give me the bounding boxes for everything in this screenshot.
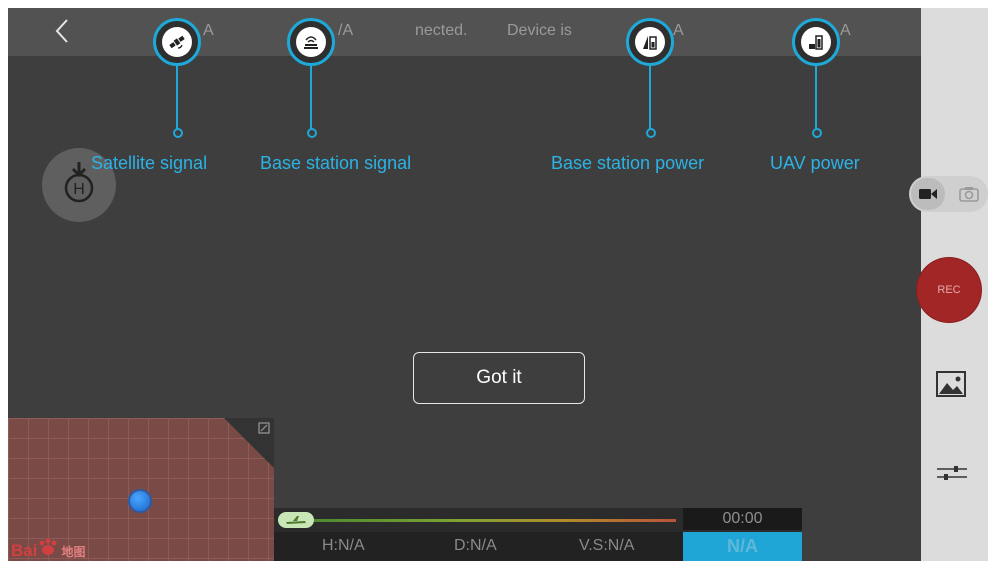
video-mode-button[interactable]: [911, 178, 945, 210]
map-logo-cn: 地图: [61, 545, 86, 559]
base-station-power-callout: [626, 18, 674, 66]
capture-mode-toggle[interactable]: [909, 176, 988, 212]
camera-control-panel: REC: [909, 8, 988, 561]
sliders-icon: [937, 466, 967, 480]
satellite-signal-label: Satellite signal: [91, 153, 208, 173]
status-text: /A: [338, 22, 354, 39]
vertical-speed-readout: V.S:N/A: [579, 537, 635, 554]
video-camera-icon: [919, 189, 937, 199]
uav-power-label: UAV power: [770, 153, 860, 173]
status-text: A: [673, 22, 684, 39]
mini-map[interactable]: Bai 地图: [8, 418, 274, 561]
flight-timer: 00:00: [683, 508, 802, 530]
settings-button[interactable]: [935, 460, 969, 486]
uav-power-callout: [792, 18, 840, 66]
back-button[interactable]: [48, 16, 76, 48]
chevron-left-icon: [55, 19, 68, 43]
paw-icon: [39, 538, 57, 555]
battery-bar: [314, 519, 676, 522]
photo-mode-button[interactable]: [953, 178, 985, 210]
plane-icon: [278, 512, 314, 528]
flight-telemetry-bar: 00:00 H:N/A D:N/A V.S:N/A N/A: [274, 508, 802, 561]
base-station-signal-callout: [287, 18, 335, 66]
base-station-power-icon: [635, 27, 665, 57]
height-readout: H:N/A: [322, 537, 365, 554]
got-it-button[interactable]: Got it: [413, 352, 585, 404]
expand-icon[interactable]: [258, 422, 270, 434]
record-button[interactable]: REC: [917, 258, 981, 322]
telemetry-readouts: H:N/A D:N/A V.S:N/A: [274, 532, 683, 561]
base-station-power-label: Base station power: [551, 153, 705, 173]
map-logo-text: Bai: [11, 541, 38, 560]
satellite-callout: [153, 18, 201, 66]
status-text: A: [203, 22, 214, 39]
base-station-signal-icon: [296, 27, 326, 57]
camera-icon: [959, 187, 979, 202]
status-text: nected.: [415, 22, 468, 39]
status-text: Device is: [507, 22, 572, 39]
location-marker: [130, 491, 150, 511]
top-status-bar: A /A nected. Device is A A: [8, 8, 921, 56]
distance-readout: D:N/A: [454, 537, 497, 554]
app-screen: A /A nected. Device is A A H Satellite s…: [8, 8, 988, 561]
base-station-signal-label: Base station signal: [260, 153, 412, 173]
map-logo: Bai 地图: [11, 538, 85, 561]
speed-readout: N/A: [683, 532, 802, 561]
status-text: A: [840, 22, 851, 39]
image-gallery-icon: [936, 371, 966, 397]
uav-battery-icon: [801, 27, 831, 57]
gallery-button[interactable]: [935, 370, 967, 398]
satellite-icon: [162, 27, 192, 57]
flight-progress: [276, 512, 676, 528]
svg-text:H: H: [73, 181, 85, 198]
